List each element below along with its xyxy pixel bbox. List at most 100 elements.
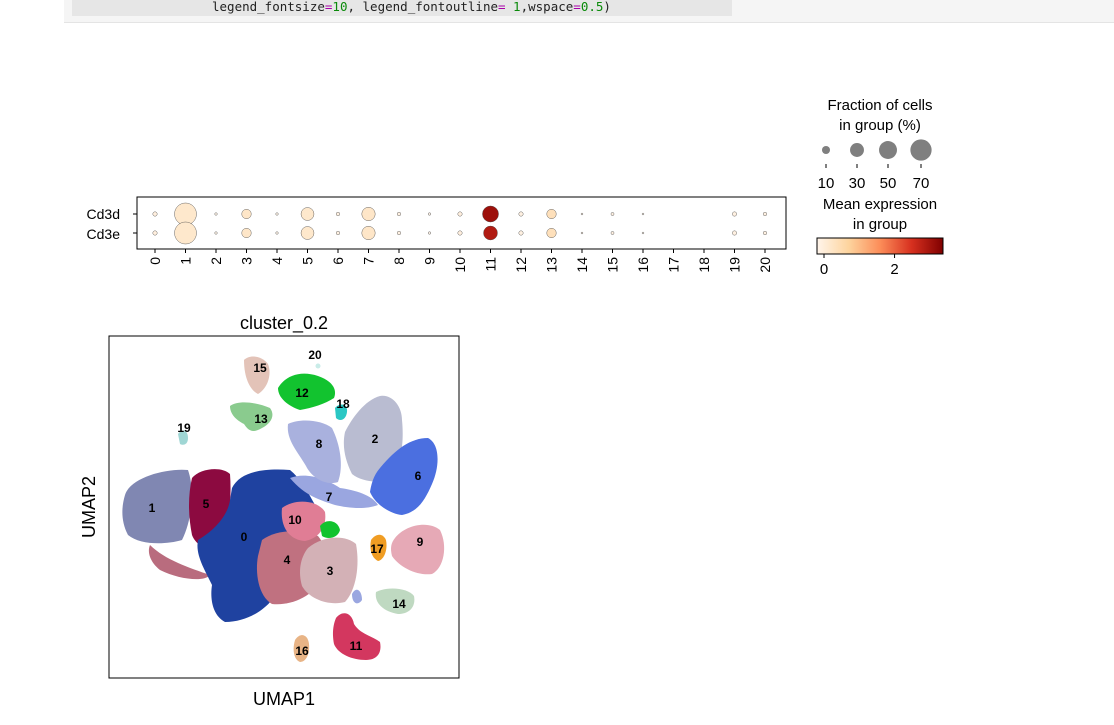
dot-cd3e-group-8 [397,231,401,235]
umap-label-5: 5 [203,497,210,511]
dot-cd3e-group-7 [361,226,376,240]
dot-cd3d-group-16 [641,212,645,216]
dot-cd3e-group-1 [174,221,197,245]
xtick-label-20: 20 [757,257,773,273]
dot-cd3d-group-6 [336,212,340,216]
size-legend-title-line1: Fraction of cells [827,97,932,114]
umap-plot: cluster_0.2 UMAP1 UMAP2 0 1 2 3 4 5 6 7 … [79,313,460,709]
gene-label-cd3d: Cd3d [87,206,120,222]
dot-cd3e-group-12 [518,230,524,236]
xtick-label-7: 7 [361,257,377,265]
xtick-label-4: 4 [269,257,285,265]
dot-cd3d-group-20 [763,212,767,216]
xtick-label-13: 13 [544,257,560,273]
xtick-label-1: 1 [178,257,194,265]
umap-title: cluster_0.2 [240,313,328,334]
dot-cd3e-group-14 [580,231,584,235]
umap-label-4: 4 [284,553,291,567]
size-legend-dot-70 [910,139,932,161]
dot-cd3e-group-13 [546,228,557,238]
dot-cd3d-group-3 [241,209,252,219]
size-legend-label-70: 70 [913,175,930,192]
dot-cd3e-group-3 [241,228,252,238]
umap-xlabel: UMAP1 [253,689,315,709]
size-legend-title-line2: in group (%) [839,117,921,134]
dot-cd3e-group-10 [457,230,463,236]
size-legend-label-50: 50 [880,175,897,192]
dot-cd3d-group-2 [214,212,218,216]
umap-label-3: 3 [327,564,334,578]
xtick-label-15: 15 [605,257,621,273]
size-legend-label-30: 30 [849,175,866,192]
dot-cd3e-group-9 [428,231,431,235]
dot-cd3e-group-19 [732,230,737,236]
umap-label-16: 16 [295,644,309,658]
size-legend-dot-30 [850,143,864,157]
umap-label-8: 8 [316,437,323,451]
umap-label-14: 14 [392,597,406,611]
umap-label-12: 12 [295,386,309,400]
umap-label-9: 9 [417,535,424,549]
umap-label-7: 7 [326,490,333,504]
umap-label-11: 11 [350,639,363,653]
umap-label-0: 0 [241,530,248,544]
dot-cd3e-group-15 [610,231,615,235]
umap-label-15: 15 [253,361,267,375]
dot-cd3d-group-8 [397,212,401,216]
size-legend-dot-10 [821,145,831,155]
colorbar [816,237,944,255]
xtick-label-12: 12 [513,257,529,273]
umap-label-10: 10 [288,513,302,527]
dot-cd3e-group-20 [763,231,767,235]
xtick-label-0: 0 [147,257,163,265]
xtick-label-17: 17 [666,257,682,273]
dot-cd3d-group-10 [457,211,463,217]
size-legend-label-10: 10 [818,175,835,192]
umap-label-2: 2 [372,432,379,446]
xtick-label-10: 10 [452,257,468,273]
dot-cd3d-group-13 [546,209,557,219]
dotplot-legend: Fraction of cells in group (%) 10 30 50 70 … [816,97,944,278]
dot-cd3e-group-0 [152,230,158,236]
umap-label-20: 20 [308,348,322,362]
dot-cd3d-group-7 [361,207,376,221]
umap-label-17: 17 [370,542,384,556]
umap-cluster-20 [315,363,321,369]
colorbar-label-0: 0 [820,261,828,278]
umap-label-18: 18 [336,397,350,411]
dot-cd3d-group-12 [518,211,524,217]
dot-cd3d-group-14 [580,212,584,216]
dot-cd3e-group-4 [275,231,279,235]
color-legend-title-line2: in group [853,216,907,233]
dot-cd3d-group-1 [174,202,197,226]
umap-label-13: 13 [254,412,268,426]
dotplot: Cd3d Cd3e 0 1 2 3 4 5 6 7 8 9 10 11 12 13 14 15 16 17 18 19… [87,196,787,273]
figure-output: Cd3d Cd3e 0 1 2 3 4 5 6 7 8 9 10 11 12 13 14 15 16 17 18 19… [79,97,944,709]
dot-cd3d-group-9 [428,212,431,216]
umap-label-6: 6 [415,469,422,483]
dot-cd3e-group-6 [336,231,340,235]
dotplot-frame [136,196,787,250]
gene-label-cd3e: Cd3e [87,226,121,242]
dot-cd3e-group-16 [641,231,645,235]
dot-cd3d-group-5 [300,207,315,221]
xtick-label-5: 5 [300,257,316,265]
dot-cd3d-group-0 [152,211,158,217]
umap-label-1: 1 [149,501,156,515]
xtick-label-8: 8 [391,257,407,265]
dot-cd3d-group-4 [275,212,279,216]
xtick-label-6: 6 [330,257,346,265]
xtick-label-19: 19 [727,257,743,273]
size-legend-dot-50 [879,141,897,159]
dot-cd3d-group-15 [610,212,615,216]
color-legend-title-line1: Mean expression [823,196,937,213]
xtick-label-18: 18 [696,257,712,273]
dot-cd3e-group-11 [483,225,498,241]
dot-cd3d-group-11 [482,205,499,223]
umap-label-19: 19 [177,421,191,435]
xtick-label-14: 14 [574,257,590,273]
xtick-label-11: 11 [483,257,499,272]
xtick-label-2: 2 [208,257,224,265]
dot-cd3d-group-19 [732,211,737,217]
xtick-label-3: 3 [239,257,255,265]
